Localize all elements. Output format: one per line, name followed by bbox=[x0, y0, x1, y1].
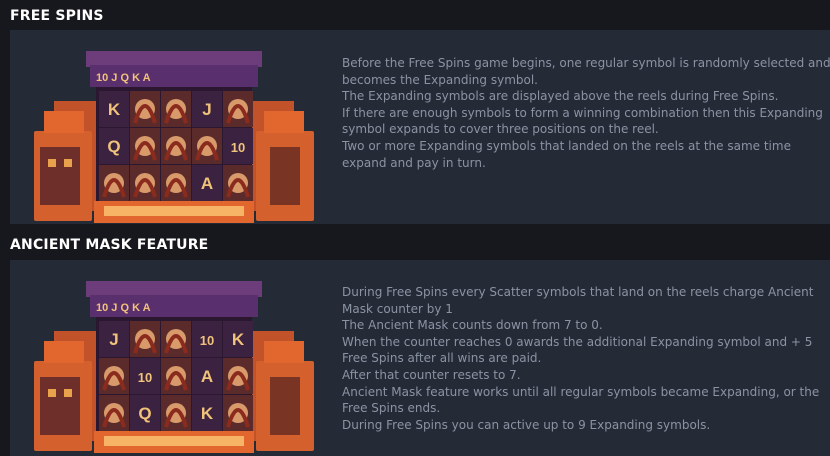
card-symbol: K bbox=[232, 330, 245, 349]
card-symbol: A bbox=[201, 174, 213, 193]
free-spins-illustration: 10 J Q K A K J Q 10 A bbox=[34, 51, 314, 223]
reel-grid: K J Q 10 A bbox=[99, 91, 253, 201]
description-line: After that counter resets to 7. bbox=[342, 367, 521, 382]
paytable-row: 10 J Q K A bbox=[96, 72, 151, 84]
description-line: The Expanding symbols are displayed abov… bbox=[342, 89, 779, 104]
card-symbol: Q bbox=[138, 404, 151, 423]
description-line: Before the Free Spins game begins, one r… bbox=[342, 56, 830, 87]
card-symbol: Q bbox=[107, 137, 120, 156]
section-title-free-spins: FREE SPINS bbox=[10, 8, 104, 24]
description-line: During Free Spins you can active up to 9… bbox=[342, 417, 711, 432]
panel-free-spins: 10 J Q K A K J Q 10 A Before the Free Spins … bbox=[10, 30, 830, 224]
card-symbol: 10 bbox=[231, 140, 245, 155]
description-line: The Ancient Mask counts down from 7 to 0… bbox=[342, 318, 603, 333]
left-mask bbox=[40, 147, 80, 205]
card-symbol: 10 bbox=[138, 370, 152, 385]
description-line: Two or more Expanding symbols that lande… bbox=[342, 138, 791, 170]
card-symbol: K bbox=[108, 100, 121, 119]
section-title-ancient-mask: ANCIENT MASK FEATURE bbox=[10, 237, 209, 253]
description-line: If there are enough symbols to form a wi… bbox=[342, 105, 823, 137]
free-spins-description: Before the Free Spins game begins, one r… bbox=[342, 55, 830, 171]
panel-ancient-mask: 10 J Q K A J 10 K 10 A Q K During Free Spins e… bbox=[10, 260, 830, 456]
card-symbol: A bbox=[201, 367, 213, 386]
description-line: When the counter reaches 0 awards the ad… bbox=[342, 334, 813, 366]
ancient-mask-illustration: 10 J Q K A J 10 K 10 A Q K bbox=[34, 281, 314, 453]
left-mask bbox=[40, 377, 80, 435]
paytable-row: 10 J Q K A bbox=[96, 302, 151, 314]
card-symbol: J bbox=[202, 100, 211, 119]
card-symbol: J bbox=[109, 330, 118, 349]
ancient-mask-description: During Free Spins every Scatter symbols … bbox=[342, 284, 830, 433]
description-line: Ancient Mask feature works until all reg… bbox=[342, 384, 820, 416]
description-line: During Free Spins every Scatter symbols … bbox=[342, 285, 814, 316]
card-symbol: K bbox=[201, 404, 214, 423]
reel-grid: J 10 K 10 A Q K bbox=[99, 321, 253, 431]
card-symbol: 10 bbox=[200, 333, 214, 348]
